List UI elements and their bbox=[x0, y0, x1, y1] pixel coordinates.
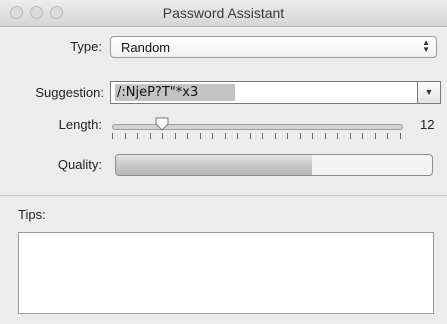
type-popup-value: Random bbox=[121, 40, 171, 55]
type-popup[interactable]: Random ▲ ▼ bbox=[110, 36, 437, 58]
slider-tick bbox=[275, 133, 276, 139]
length-label: Length: bbox=[58, 117, 102, 132]
slider-tick bbox=[200, 133, 201, 139]
suggestion-label: Suggestion: bbox=[35, 85, 104, 100]
slider-tick bbox=[325, 133, 326, 139]
suggestion-combo-box[interactable]: /:NjeP?T"*x3 ▼ bbox=[110, 81, 441, 104]
password-assistant-window: Password Assistant Type: Random ▲ ▼ Sugge… bbox=[0, 0, 447, 324]
divider bbox=[0, 195, 447, 196]
dropdown-arrow-icon[interactable]: ▼ bbox=[417, 82, 440, 103]
slider-tick bbox=[300, 133, 301, 139]
length-slider-ticks bbox=[112, 133, 401, 139]
quality-meter-fill bbox=[116, 155, 312, 175]
slider-tick bbox=[312, 133, 313, 139]
tips-label: Tips: bbox=[18, 207, 46, 222]
slider-tick bbox=[125, 133, 126, 139]
slider-tick bbox=[187, 133, 188, 139]
quality-label: Quality: bbox=[57, 157, 102, 172]
window-title: Password Assistant bbox=[162, 5, 285, 21]
slider-tick bbox=[262, 133, 263, 139]
length-value: 12 bbox=[420, 117, 435, 132]
slider-tick bbox=[350, 133, 351, 139]
type-label: Type: bbox=[70, 39, 102, 54]
slider-tick bbox=[400, 133, 401, 139]
slider-tick bbox=[362, 133, 363, 139]
slider-tick bbox=[112, 133, 113, 139]
slider-tick bbox=[162, 133, 163, 139]
slider-tick bbox=[137, 133, 138, 139]
slider-tick bbox=[212, 133, 213, 139]
title-bar: Password Assistant bbox=[0, 0, 447, 27]
slider-tick bbox=[250, 133, 251, 139]
slider-tick bbox=[287, 133, 288, 139]
slider-tick bbox=[387, 133, 388, 139]
quality-meter bbox=[115, 154, 433, 176]
length-slider-thumb[interactable] bbox=[155, 117, 169, 131]
slider-tick bbox=[237, 133, 238, 139]
slider-tick bbox=[337, 133, 338, 139]
tips-text-area bbox=[18, 232, 434, 314]
slider-tick bbox=[150, 133, 151, 139]
updown-arrows-icon: ▲ ▼ bbox=[422, 38, 430, 54]
suggestion-text[interactable]: /:NjeP?T"*x3 bbox=[117, 85, 198, 100]
slider-tick bbox=[175, 133, 176, 139]
slider-tick bbox=[375, 133, 376, 139]
slider-tick bbox=[225, 133, 226, 139]
